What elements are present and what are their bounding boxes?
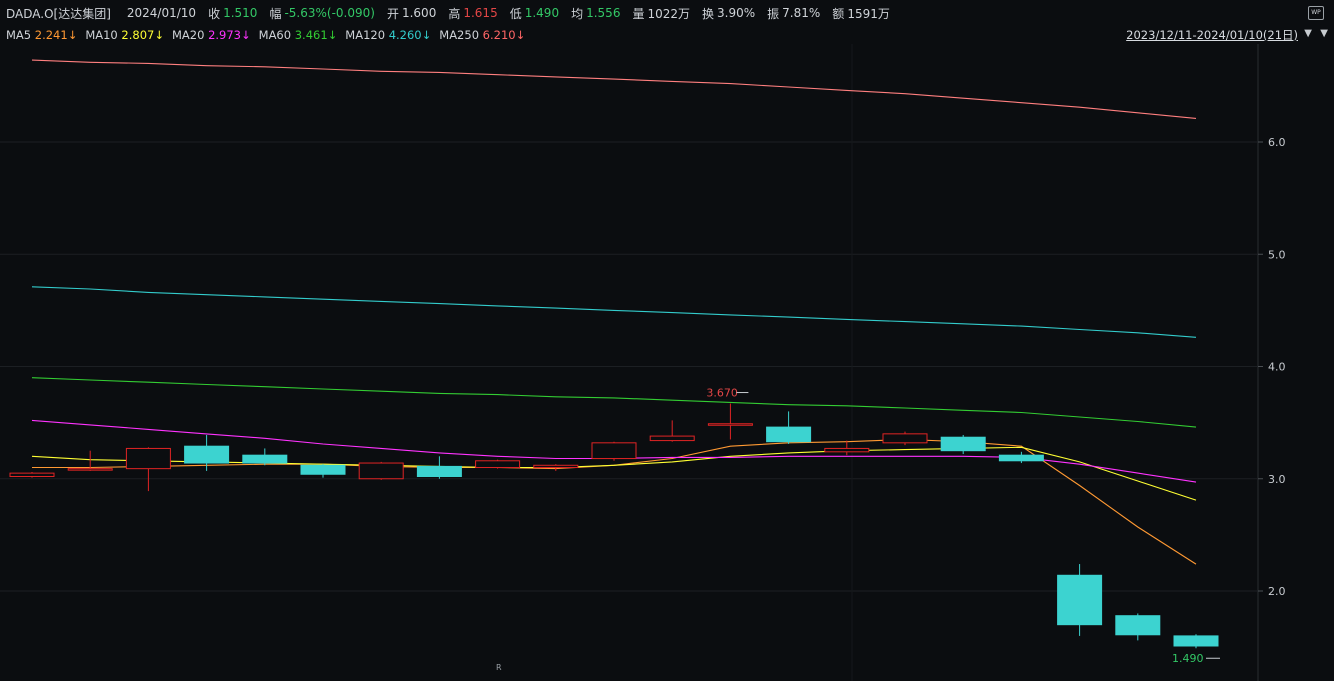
open-label: 开	[386, 6, 399, 21]
ma5-value: 2.241↓	[34, 28, 78, 42]
candle-body	[416, 465, 462, 478]
y-tick-label-6.0: 6.0	[1268, 136, 1286, 149]
ma120-value: 4.260↓	[388, 28, 432, 42]
candle-body	[766, 426, 812, 443]
quote-date: 2024/01/10	[126, 6, 197, 20]
y-tick-label-2.0: 2.0	[1268, 585, 1286, 598]
dropdown-triangle-icon-2[interactable]: ▼	[1320, 28, 1328, 39]
candle-body	[1057, 574, 1103, 626]
candle-body	[9, 472, 55, 478]
amplitude-value: 7.81%	[782, 6, 821, 20]
ma5-legend[interactable]: MA5 2.241↓	[6, 28, 77, 42]
ma5-label: MA5	[6, 28, 32, 42]
y-tick-label-5.0: 5.0	[1268, 248, 1286, 261]
candle-body	[475, 460, 521, 469]
symbol-name[interactable]: DADA.O[达达集团]	[6, 5, 111, 22]
date-range[interactable]: 2023/12/11-2024/01/10(21日)	[1126, 26, 1298, 44]
candle-body	[824, 447, 870, 453]
dropdown-triangle-icon[interactable]: ▼	[1304, 28, 1312, 39]
amplitude-label: 振	[767, 6, 780, 21]
ma20-label: MA20	[171, 28, 205, 42]
ma20-value: 2.973↓	[208, 28, 251, 42]
y-tick-label-3.0: 3.0	[1268, 473, 1286, 486]
low-label: 低	[509, 6, 522, 21]
ma250-label: MA250	[439, 28, 480, 42]
high-annotation-label: 3.670	[706, 387, 738, 400]
kline-chart[interactable]: 2.0 3.0 4.0 5.0 6.0 3.670 1.490 R	[0, 44, 1334, 681]
high-value: 1.615	[463, 6, 498, 20]
candle-body	[1115, 615, 1161, 636]
ma120-label: MA120	[345, 28, 386, 42]
candle-body	[882, 433, 928, 444]
candle-body	[67, 468, 113, 471]
high-label: 高	[448, 6, 461, 21]
open-value: 1.600	[401, 6, 437, 20]
candle-body	[649, 435, 695, 442]
ma60-legend[interactable]: MA60 3.461↓	[259, 28, 338, 42]
avg-value: 1.556	[586, 6, 621, 20]
avg-label: 均	[571, 6, 584, 21]
candle-body	[184, 445, 230, 464]
ma250-legend[interactable]: MA250 6.210↓	[439, 28, 525, 42]
chart-background	[0, 44, 1334, 681]
low-annotation-label: 1.490	[1172, 652, 1204, 665]
candle-body	[591, 442, 637, 460]
candle-body	[533, 464, 579, 469]
turnover-value: 3.90%	[717, 6, 756, 20]
ma120-legend[interactable]: MA120 4.260↓	[345, 28, 431, 42]
r-marker: R	[496, 663, 502, 672]
close-value: 1.510	[223, 6, 258, 20]
turnover-label: 换	[702, 6, 715, 21]
candle-body	[125, 447, 171, 470]
amount-label: 额	[832, 6, 845, 21]
volume-label: 量	[632, 6, 645, 21]
candle-body	[707, 423, 753, 426]
ma60-value: 3.461↓	[294, 28, 338, 42]
ma250-value: 6.210↓	[482, 28, 526, 42]
quote-header: DADA.O[达达集团] 2024/01/10 收 1.510 幅 -5.63%…	[0, 0, 1334, 26]
ma10-value: 2.807↓	[121, 28, 164, 42]
candle-body	[998, 454, 1044, 462]
ma20-legend[interactable]: MA20 2.973↓	[172, 28, 251, 42]
candle-body	[1173, 635, 1219, 647]
y-tick-label-4.0: 4.0	[1268, 361, 1286, 374]
amount-value: 1591万	[847, 6, 890, 21]
volume-value: 1022万	[647, 6, 691, 21]
candle-body	[358, 462, 404, 480]
ma10-legend[interactable]: MA10 2.807↓	[85, 28, 164, 42]
change-label: 幅	[269, 6, 282, 21]
ma60-label: MA60	[258, 28, 292, 42]
wp-icon[interactable]: WP	[1308, 6, 1324, 20]
ma10-label: MA10	[85, 28, 118, 42]
candle-body	[940, 436, 986, 452]
candle-body	[300, 464, 346, 475]
close-label: 收	[208, 6, 221, 21]
change-value: -5.63%(-0.090)	[284, 6, 375, 20]
low-value: 1.490	[524, 6, 560, 20]
candle-body	[242, 454, 288, 464]
